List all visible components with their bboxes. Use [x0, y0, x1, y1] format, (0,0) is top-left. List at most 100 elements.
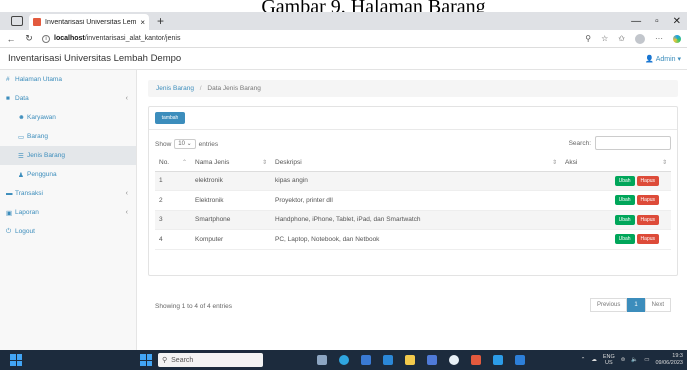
table-search: Search: — [569, 136, 671, 150]
previous-button[interactable]: Previous — [589, 298, 628, 312]
entries-select[interactable]: 10 ⌄ — [174, 139, 196, 149]
chrome-icon[interactable] — [449, 355, 459, 365]
sidebar-item-label: Barang — [27, 133, 48, 140]
sidebar-item-label: Data — [15, 95, 29, 102]
user-menu[interactable]: 👤 Admin ▾ — [645, 55, 681, 63]
xampp-icon[interactable] — [471, 355, 481, 365]
widgets-icon[interactable] — [10, 354, 22, 366]
column-header-no[interactable]: No. ⌃ — [155, 155, 191, 172]
edit-button[interactable]: Ubah — [614, 234, 635, 245]
search-placeholder: Search — [171, 356, 194, 364]
refresh-icon[interactable]: ↻ — [22, 33, 36, 44]
cell-nama: elektronik — [191, 171, 271, 191]
clock[interactable]: 19:3 09/06/2023 — [655, 353, 683, 367]
delete-button[interactable]: Hapus — [636, 175, 659, 186]
search-input[interactable] — [595, 136, 671, 150]
taskbar-apps — [317, 355, 525, 365]
cell-no: 4 — [155, 229, 191, 250]
browser-tab[interactable]: Inventarisasi Universitas Lembah × — [29, 14, 149, 30]
column-header-deskripsi[interactable]: Deskripsi ⇕ — [271, 155, 561, 172]
more-menu-icon[interactable]: ··· — [655, 34, 663, 43]
sidebar-item-halaman-utama[interactable]: # Halaman Utama — [0, 70, 136, 89]
app-brand[interactable]: Inventarisasi Universitas Lembah Dempo — [0, 53, 181, 64]
edge-icon[interactable] — [339, 355, 349, 365]
start-icon[interactable] — [140, 354, 152, 366]
sidebar-item-karyawan[interactable]: ☻ Karyawan — [0, 108, 136, 127]
volume-icon[interactable]: 🔈 — [631, 357, 638, 363]
tab-close-icon[interactable]: × — [140, 18, 145, 27]
new-tab-icon[interactable]: + — [157, 14, 164, 28]
sort-icon: ⇕ — [551, 160, 557, 167]
favorite-star-icon[interactable]: ☆ — [601, 34, 608, 43]
site-info-icon[interactable]: i — [42, 34, 50, 43]
cell-aksi: Ubah Hapus — [561, 171, 671, 191]
delete-button[interactable]: Hapus — [636, 195, 659, 206]
sidebar-item-jenis-barang[interactable]: ☰ Jenis Barang — [0, 146, 136, 165]
vscode-icon[interactable] — [493, 355, 503, 365]
sidebar-item-label: Jenis Barang — [27, 152, 65, 159]
back-icon[interactable]: ← — [4, 34, 18, 44]
sort-up-icon: ⌃ — [181, 160, 187, 167]
cell-no: 2 — [155, 190, 191, 211]
battery-icon[interactable]: ▭ — [644, 357, 649, 363]
edit-button[interactable]: Ubah — [614, 175, 635, 186]
profile-avatar-icon[interactable] — [635, 33, 645, 44]
sidebar-item-barang[interactable]: ▭ Barang — [0, 127, 136, 146]
minimize-icon[interactable]: — — [631, 16, 641, 27]
file-explorer-icon[interactable] — [405, 355, 415, 365]
cell-nama: Elektronik — [191, 190, 271, 211]
list-icon: ☰ — [18, 152, 24, 160]
chevron-left-icon: ‹ — [125, 209, 128, 216]
panel-divider — [149, 129, 677, 130]
favicon-icon — [33, 18, 41, 26]
browser-toolbar: ⚲ ☆ ✩ ··· — [585, 33, 681, 44]
sidebar-item-data[interactable]: ■ Data ‹ — [0, 89, 136, 108]
edit-button[interactable]: Ubah — [614, 195, 635, 206]
store-icon[interactable] — [361, 355, 371, 365]
sidebar-item-pengguna[interactable]: ♟ Pengguna — [0, 165, 136, 184]
task-view-icon[interactable] — [317, 355, 327, 365]
language-indicator[interactable]: ENG US — [603, 354, 615, 366]
power-icon: ⏻ — [6, 227, 12, 235]
delete-button[interactable]: Hapus — [636, 214, 659, 225]
column-header-nama[interactable]: Nama Jenis ⇕ — [191, 155, 271, 172]
delete-button[interactable]: Hapus — [636, 234, 659, 245]
user-name: Admin — [655, 55, 676, 63]
cloud-icon[interactable]: ☁ — [591, 357, 597, 363]
dashboard-icon: # — [6, 76, 10, 83]
table-info: Showing 1 to 4 of 4 entries — [155, 303, 232, 310]
breadcrumb: Jenis Barang / Data Jenis Barang — [148, 80, 678, 97]
chevron-up-icon[interactable]: ⌃ — [581, 357, 586, 363]
wifi-icon[interactable]: ⊜ — [621, 357, 626, 363]
zoom-icon[interactable]: ⚲ — [585, 34, 591, 43]
app-icon[interactable] — [383, 355, 393, 365]
close-window-icon[interactable]: ✕ — [673, 16, 681, 27]
taskbar-search[interactable]: ⚲ Search — [158, 353, 263, 367]
word-icon[interactable] — [515, 355, 525, 365]
cell-no: 1 — [155, 171, 191, 191]
favorites-icon[interactable]: ✩ — [618, 34, 625, 43]
sidebar-item-logout[interactable]: ⏻ Logout — [0, 222, 136, 241]
sidebar-item-transaksi[interactable]: ▬ Transaksi ‹ — [0, 184, 136, 203]
sidebar-item-laporan[interactable]: ▣ Laporan ‹ — [0, 203, 136, 222]
maximize-icon[interactable]: ▫ — [655, 16, 659, 27]
system-tray: ⌃ ☁ ENG US ⊜ 🔈 ▭ 19:3 09/06/2023 — [581, 353, 683, 367]
column-header-aksi[interactable]: Aksi ⇕ — [561, 155, 671, 172]
folder-icon: ■ — [6, 95, 10, 102]
window-controls: — ▫ ✕ — [631, 16, 681, 27]
url-field[interactable]: i localhost/inventarisasi_alat_kantor/je… — [42, 34, 181, 43]
url-path: /inventarisasi_alat_kantor/jenis — [84, 35, 181, 42]
sidebar-item-label: Laporan — [15, 209, 39, 216]
copilot-icon[interactable] — [673, 34, 681, 43]
next-button[interactable]: Next — [644, 298, 671, 312]
cell-aksi: Ubah Hapus — [561, 229, 671, 250]
cell-no: 3 — [155, 210, 191, 230]
add-button[interactable]: tambah — [155, 112, 185, 124]
page-button[interactable]: 1 — [627, 298, 645, 312]
teams-icon[interactable] — [427, 355, 437, 365]
sort-icon: ⇕ — [661, 160, 667, 167]
breadcrumb-parent[interactable]: Jenis Barang — [156, 85, 194, 92]
edit-button[interactable]: Ubah — [614, 214, 635, 225]
tab-actions-icon[interactable] — [11, 16, 23, 26]
breadcrumb-separator: / — [199, 85, 202, 92]
